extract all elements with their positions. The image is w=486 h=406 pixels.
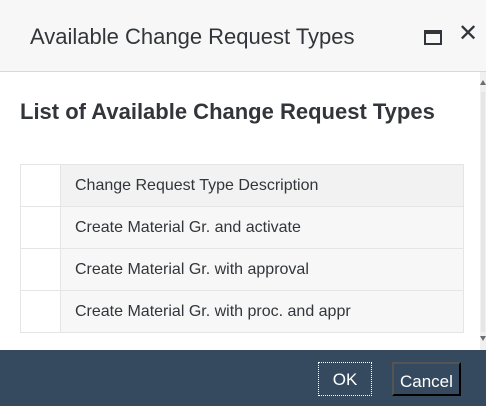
table-row[interactable]: Create Material Gr. with approval <box>20 248 464 291</box>
maximize-icon[interactable] <box>424 30 442 45</box>
table-cell-description[interactable]: Create Material Gr. with proc. and appr <box>60 290 464 333</box>
dialog-title: Available Change Request Types <box>30 24 355 49</box>
dialog-footer: OK Cancel <box>0 350 486 406</box>
ok-button[interactable]: OK <box>318 362 372 396</box>
table-row[interactable]: Create Material Gr. and activate <box>20 206 464 249</box>
list-title: List of Available Change Request Types <box>20 99 435 124</box>
dialog-content: List of Available Change Request Types C… <box>0 72 480 350</box>
close-icon[interactable]: ✕ <box>458 22 478 46</box>
scroll-down-arrow-icon[interactable] <box>480 336 486 341</box>
cancel-button[interactable]: Cancel <box>392 362 461 396</box>
row-selector[interactable] <box>20 290 61 333</box>
change-request-types-dialog: Available Change Request Types ✕ List of… <box>0 0 486 406</box>
table-row[interactable]: Create Material Gr. with proc. and appr <box>20 290 464 333</box>
table-header-row: Change Request Type Description <box>20 164 464 207</box>
column-header-description: Change Request Type Description <box>60 164 464 207</box>
change-request-types-table: Change Request Type Description Create M… <box>20 164 464 333</box>
dialog-header: Available Change Request Types ✕ <box>0 0 486 72</box>
scrollbar-thumb[interactable] <box>481 92 485 332</box>
table-cell-description[interactable]: Create Material Gr. and activate <box>60 206 464 249</box>
row-selector[interactable] <box>20 206 61 249</box>
scroll-up-arrow-icon[interactable] <box>480 80 486 85</box>
row-selector[interactable] <box>20 248 61 291</box>
vertical-scrollbar[interactable] <box>480 72 486 350</box>
table-cell-description[interactable]: Create Material Gr. with approval <box>60 248 464 291</box>
row-selector-header[interactable] <box>20 164 61 207</box>
